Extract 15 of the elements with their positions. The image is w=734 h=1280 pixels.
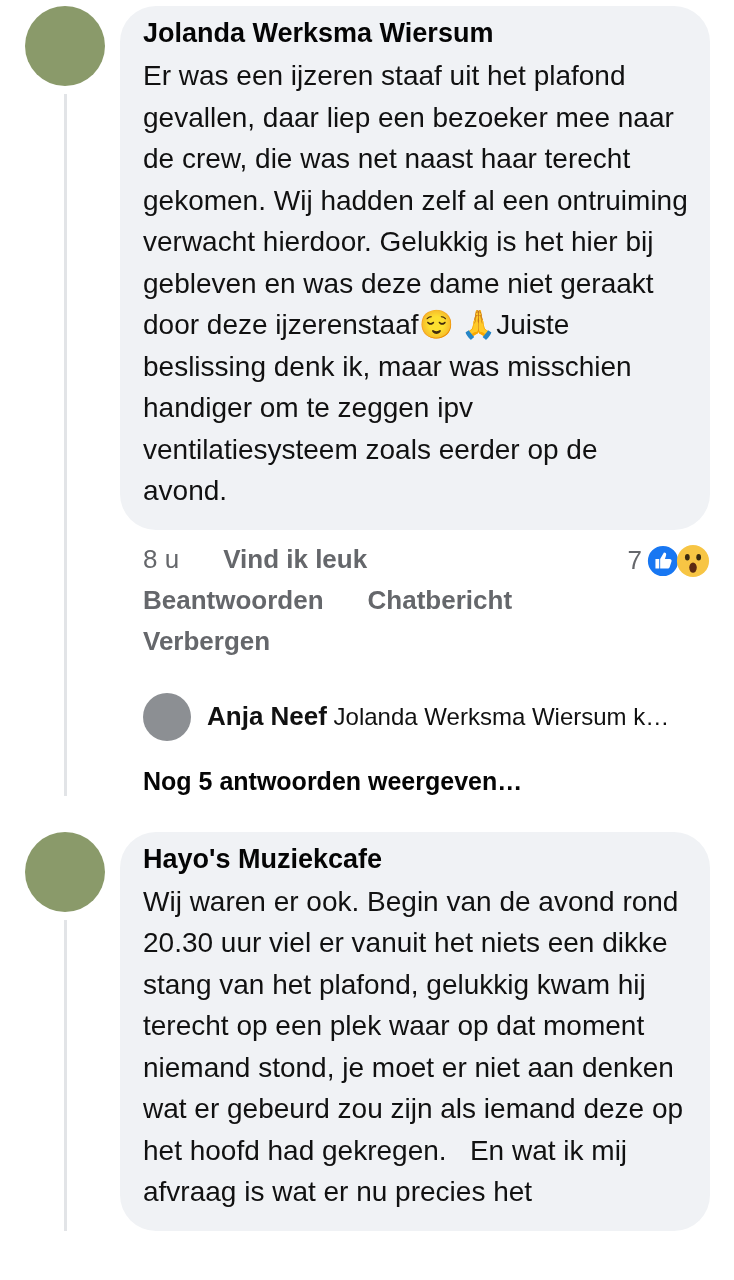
action-link[interactable]: Vind ik leuk [223,543,368,575]
timestamp: 8 u [143,543,180,575]
comment-text: Er was een ijzeren staaf uit het plafond gevallen, daar liep een bezoeker mee naar de crew, die was net naast haar terecht gekomen. Wij hadden zelf al een ontruiming verwacht hierdoor. Gelukkig is het hier bij gebleven en was deze dame niet geraakt door deze ijzerenstaaf😌 🙏Juiste beslissing denk ik, maar was misschien handiger om te zeggen ipv ventilatiesysteem zoals eerder op de avond. [143,59,688,508]
author-name[interactable]: Hayo's Muziekcafe [143,843,688,875]
author-name[interactable]: Jolanda Werksma Wiersum [143,18,688,49]
action-link[interactable]: Beantwoorden [143,584,324,616]
avatar[interactable] [143,692,191,741]
wow-emoji-icon [676,543,710,578]
action-link[interactable]: Verbergen [143,625,271,657]
reply-preview[interactable]: Anja Neef Jolanda Werksma Wiersum k… [207,701,670,732]
comment-text: Wij waren er ook. Begin van de avond rond 20.30 uur viel er vanuit het niets een dikke stang van het plafond, gelukkig kwam hij terecht op een plek waar op dat moment niemand stond, je moet er niet aan denken wat er gebeurd zou zijn als iemand deze op het hoofd had gekregen. En wat ik mij afvraag is wat er nu precies het [143,884,685,1209]
reaction-count: 7 [627,545,642,576]
like-icon [646,543,680,578]
more-replies-link[interactable]: Nog 5 antwoorden weergeven… [120,740,710,796]
action-link[interactable]: Chatbericht [367,584,513,616]
